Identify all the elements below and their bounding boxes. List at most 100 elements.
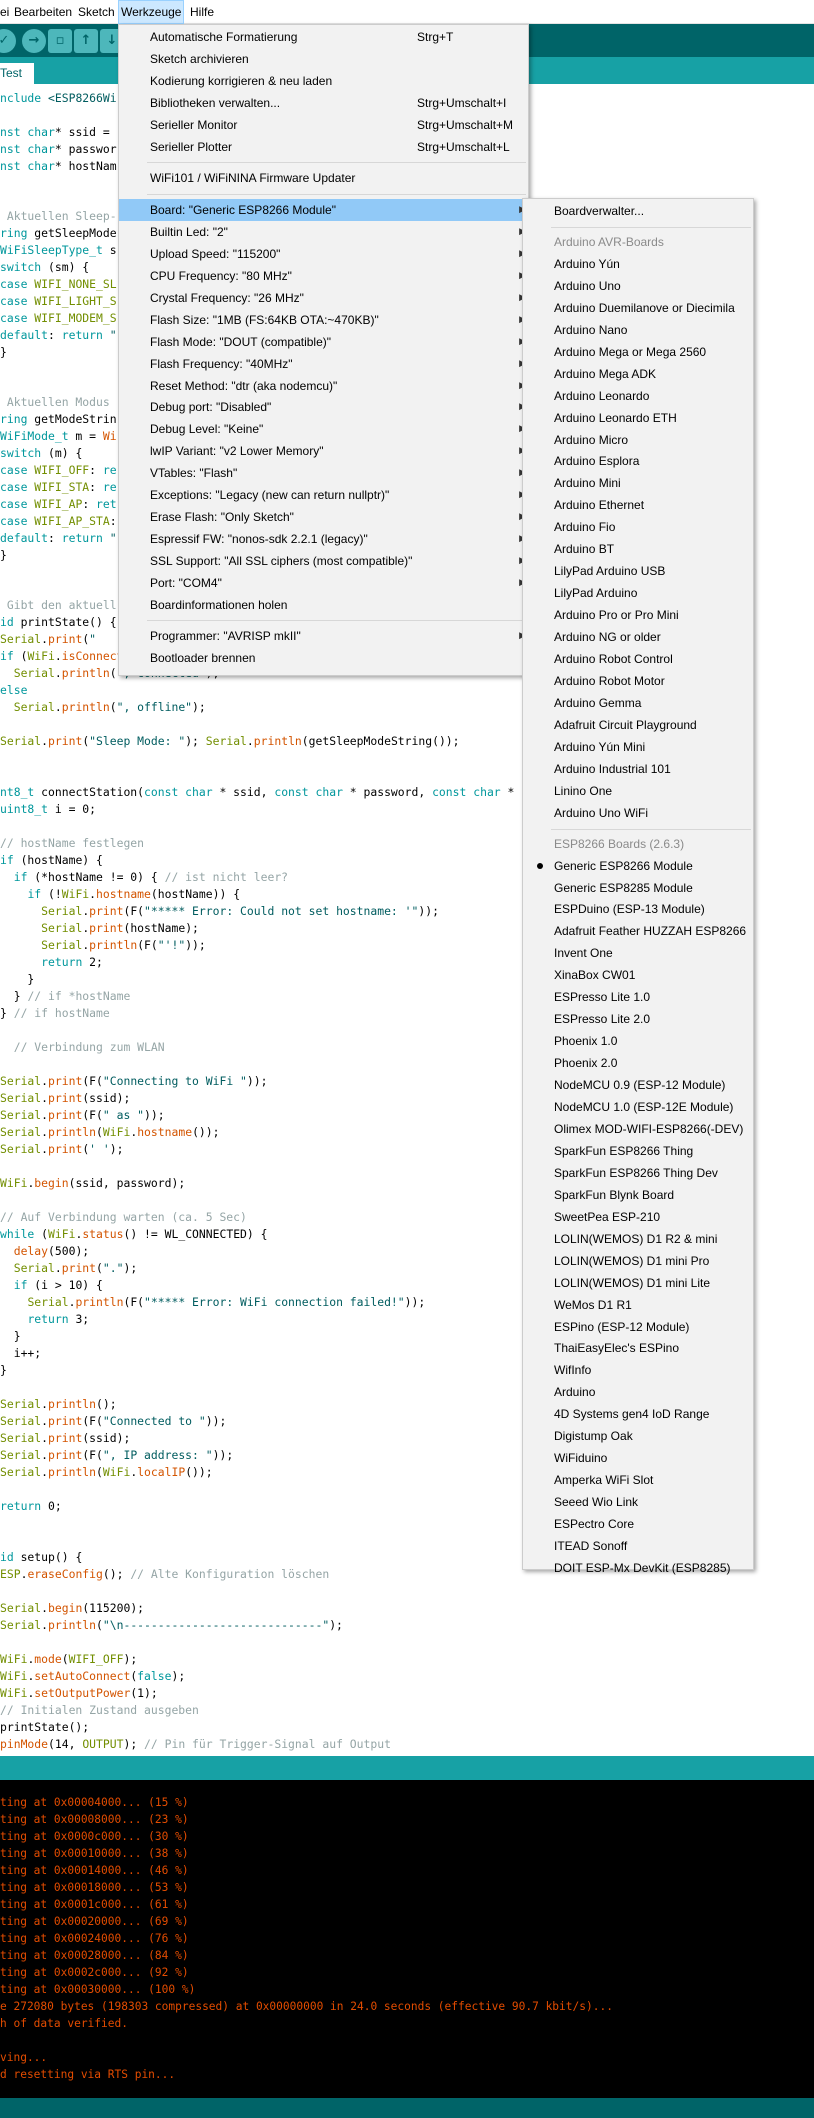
- werkzeuge-menu-item[interactable]: Debug Level: "Keine"▶: [119, 418, 528, 440]
- werkzeuge-menu-item[interactable]: Kodierung korrigieren & neu laden: [119, 70, 528, 92]
- board-menu-item[interactable]: Arduino Fio: [523, 516, 753, 538]
- menu-sketch[interactable]: Sketch: [78, 0, 115, 24]
- werkzeuge-menu-item[interactable]: Espressif FW: "nonos-sdk 2.2.1 (legacy)"…: [119, 528, 528, 550]
- board-menu-item[interactable]: ESPectro Core: [523, 1513, 753, 1535]
- console-line: ting at 0x00030000... (100 %): [0, 1983, 196, 1996]
- board-menu-item[interactable]: Arduino Micro: [523, 429, 753, 451]
- werkzeuge-menu-item[interactable]: Boardinformationen holen: [119, 594, 528, 616]
- board-menu-item[interactable]: Adafruit Feather HUZZAH ESP8266: [523, 920, 753, 942]
- werkzeuge-menu-item[interactable]: Bootloader brennen: [119, 647, 528, 669]
- board-menu-item[interactable]: NodeMCU 0.9 (ESP-12 Module): [523, 1074, 753, 1096]
- werkzeuge-menu-item[interactable]: Exceptions: "Legacy (new can return null…: [119, 484, 528, 506]
- menu-datei[interactable]: ei: [0, 0, 9, 24]
- new-icon[interactable]: ▫: [48, 29, 72, 53]
- board-menu-item[interactable]: Digistump Oak: [523, 1425, 753, 1447]
- board-menu-item[interactable]: Adafruit Circuit Playground: [523, 714, 753, 736]
- board-menu-item[interactable]: ESPresso Lite 2.0: [523, 1008, 753, 1030]
- werkzeuge-menu-item[interactable]: Erase Flash: "Only Sketch"▶: [119, 506, 528, 528]
- board-menu-item[interactable]: WifInfo: [523, 1359, 753, 1381]
- board-menu-item[interactable]: SweetPea ESP-210: [523, 1206, 753, 1228]
- werkzeuge-menu-item[interactable]: Bibliotheken verwalten... Strg+Umschalt+I: [119, 92, 528, 114]
- board-menu-item[interactable]: Arduino Yún: [523, 253, 753, 275]
- check-icon[interactable]: ✓: [0, 29, 16, 53]
- werkzeuge-menu-item[interactable]: Builtin Led: "2"▶: [119, 221, 528, 243]
- board-menu-item[interactable]: Arduino Leonardo ETH: [523, 407, 753, 429]
- board-menu-item[interactable]: Arduino Duemilanove or Diecimila: [523, 297, 753, 319]
- werkzeuge-menu-item[interactable]: Automatische Formatierung Strg+T: [119, 26, 528, 48]
- werkzeuge-menu-item[interactable]: Serieller Monitor Strg+Umschalt+M: [119, 114, 528, 136]
- board-menu-item[interactable]: Boardverwalter...: [523, 200, 753, 222]
- board-menu-item[interactable]: Arduino Leonardo: [523, 385, 753, 407]
- board-menu-item[interactable]: Invent One: [523, 942, 753, 964]
- werkzeuge-menu-item[interactable]: Flash Frequency: "40MHz"▶: [119, 353, 528, 375]
- werkzeuge-menu-item[interactable]: Upload Speed: "115200"▶: [119, 243, 528, 265]
- board-menu-item[interactable]: DOIT ESP-Mx DevKit (ESP8285): [523, 1557, 753, 1579]
- board-menu-item[interactable]: Arduino BT: [523, 538, 753, 560]
- board-menu-item[interactable]: Arduino Uno WiFi: [523, 802, 753, 824]
- werkzeuge-menu-item[interactable]: VTables: "Flash"▶: [119, 462, 528, 484]
- werkzeuge-menu-item[interactable]: Crystal Frequency: "26 MHz"▶: [119, 287, 528, 309]
- board-menu-item[interactable]: ThaiEasyElec's ESPino: [523, 1337, 753, 1359]
- board-menu-item[interactable]: ESPresso Lite 1.0: [523, 986, 753, 1008]
- board-menu-item[interactable]: WeMos D1 R1: [523, 1294, 753, 1316]
- board-menu-item[interactable]: 4D Systems gen4 IoD Range: [523, 1403, 753, 1425]
- werkzeuge-menu-item[interactable]: Programmer: "AVRISP mkII"▶: [119, 625, 528, 647]
- board-menu-item[interactable]: Arduino Yún Mini: [523, 736, 753, 758]
- board-menu-item[interactable]: Olimex MOD-WIFI-ESP8266(-DEV): [523, 1118, 753, 1140]
- board-menu-item[interactable]: XinaBox CW01: [523, 964, 753, 986]
- board-menu-item[interactable]: LOLIN(WEMOS) D1 mini Lite: [523, 1272, 753, 1294]
- board-menu-item[interactable]: Phoenix 2.0: [523, 1052, 753, 1074]
- board-menu-item[interactable]: Arduino Industrial 101: [523, 758, 753, 780]
- werkzeuge-menu-item[interactable]: Reset Method: "dtr (aka nodemcu)"▶: [119, 375, 528, 397]
- werkzeuge-menu-item[interactable]: Flash Size: "1MB (FS:64KB OTA:~470KB)"▶: [119, 309, 528, 331]
- werkzeuge-menu-item[interactable]: Sketch archivieren: [119, 48, 528, 70]
- board-menu-item[interactable]: SparkFun ESP8266 Thing Dev: [523, 1162, 753, 1184]
- werkzeuge-menu-item[interactable]: WiFi101 / WiFiNINA Firmware Updater: [119, 167, 528, 189]
- board-menu-item[interactable]: Arduino Nano: [523, 319, 753, 341]
- board-menu-item[interactable]: NodeMCU 1.0 (ESP-12E Module): [523, 1096, 753, 1118]
- board-menu-item[interactable]: Phoenix 1.0: [523, 1030, 753, 1052]
- werkzeuge-menu-item[interactable]: CPU Frequency: "80 MHz"▶: [119, 265, 528, 287]
- werkzeuge-menu-item[interactable]: Serieller Plotter Strg+Umschalt+L: [119, 136, 528, 158]
- werkzeuge-menu-item[interactable]: Port: "COM4"▶: [119, 572, 528, 594]
- board-menu-item[interactable]: ESPDuino (ESP-13 Module): [523, 898, 753, 920]
- upload-icon[interactable]: →: [22, 29, 46, 53]
- board-menu-item[interactable]: Arduino Robot Control: [523, 648, 753, 670]
- board-menu-item[interactable]: LOLIN(WEMOS) D1 mini Pro: [523, 1250, 753, 1272]
- board-menu-item[interactable]: LilyPad Arduino: [523, 582, 753, 604]
- board-menu-item[interactable]: Arduino Uno: [523, 275, 753, 297]
- board-menu-item[interactable]: ESPino (ESP-12 Module): [523, 1316, 753, 1338]
- board-menu-item[interactable]: Generic ESP8266 Module: [523, 855, 753, 877]
- werkzeuge-menu-item[interactable]: Flash Mode: "DOUT (compatible)"▶: [119, 331, 528, 353]
- board-menu-item[interactable]: Amperka WiFi Slot: [523, 1469, 753, 1491]
- board-menu-item[interactable]: Generic ESP8285 Module: [523, 877, 753, 899]
- board-menu-item[interactable]: WiFiduino: [523, 1447, 753, 1469]
- board-menu-item[interactable]: Arduino Mini: [523, 472, 753, 494]
- board-menu-item[interactable]: Arduino Mega or Mega 2560: [523, 341, 753, 363]
- board-menu-item[interactable]: SparkFun ESP8266 Thing: [523, 1140, 753, 1162]
- board-menu-item[interactable]: Arduino Robot Motor: [523, 670, 753, 692]
- board-menu-item[interactable]: Arduino Esplora: [523, 450, 753, 472]
- board-menu-item[interactable]: Arduino: [523, 1381, 753, 1403]
- werkzeuge-menu-item[interactable]: Debug port: "Disabled"▶: [119, 396, 528, 418]
- board-menu-item[interactable]: Linino One: [523, 780, 753, 802]
- board-menu-item[interactable]: Arduino Pro or Pro Mini: [523, 604, 753, 626]
- board-menu-item[interactable]: Arduino NG or older: [523, 626, 753, 648]
- menu-hilfe[interactable]: Hilfe: [190, 0, 214, 24]
- board-menu-item[interactable]: Seeed Wio Link: [523, 1491, 753, 1513]
- board-menu-item[interactable]: Arduino Ethernet: [523, 494, 753, 516]
- board-menu-item[interactable]: Arduino Mega ADK: [523, 363, 753, 385]
- tab-sketch[interactable]: Test: [0, 63, 34, 84]
- board-menu-item[interactable]: SparkFun Blynk Board: [523, 1184, 753, 1206]
- board-menu-item[interactable]: LilyPad Arduino USB: [523, 560, 753, 582]
- menu-bearbeiten[interactable]: Bearbeiten: [14, 0, 72, 24]
- menu-werkzeuge[interactable]: Werkzeuge: [118, 0, 185, 24]
- board-menu-item[interactable]: Arduino Gemma: [523, 692, 753, 714]
- werkzeuge-menu-item[interactable]: lwIP Variant: "v2 Lower Memory"▶: [119, 440, 528, 462]
- open-icon[interactable]: ↑: [74, 29, 98, 53]
- board-menu-item[interactable]: ITEAD Sonoff: [523, 1535, 753, 1557]
- werkzeuge-menu-item[interactable]: SSL Support: "All SSL ciphers (most comp…: [119, 550, 528, 572]
- board-menu-item[interactable]: LOLIN(WEMOS) D1 R2 & mini: [523, 1228, 753, 1250]
- werkzeuge-menu-item[interactable]: Board: "Generic ESP8266 Module"▶: [119, 199, 528, 222]
- code-line: Serial.print("Sleep Mode: "); Serial.pri…: [0, 734, 460, 748]
